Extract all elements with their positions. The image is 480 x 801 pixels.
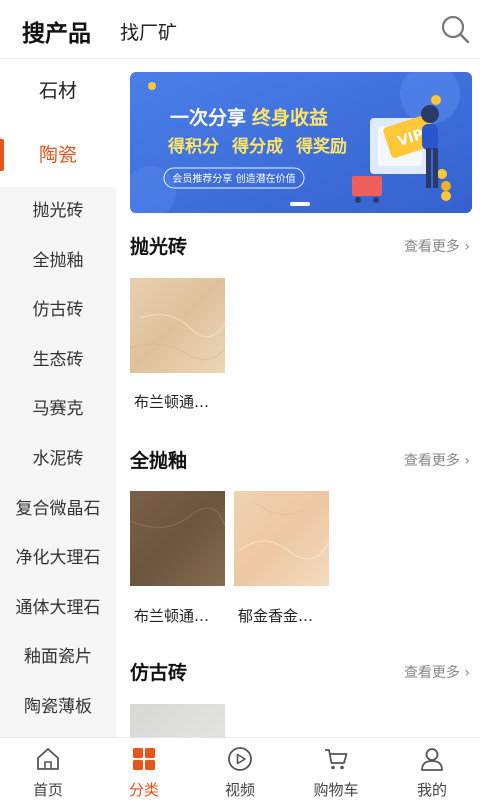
view-more-full-glaze[interactable]: 查看更多 › <box>404 450 470 470</box>
marble-peach-image <box>234 491 330 586</box>
home-icon <box>37 748 59 770</box>
marble-beige-image <box>129 278 226 373</box>
nav-home[interactable]: 首页 <box>0 738 96 801</box>
section-title-polished-tile: 抛光砖 <box>130 236 188 258</box>
nav-profile[interactable]: 我的 <box>384 738 480 801</box>
view-more-label: 查看更多 <box>403 665 460 681</box>
nav-video[interactable]: 视频 <box>192 738 288 801</box>
nav-home-label: 首页 <box>32 781 63 799</box>
sidebar-item-purified-marble[interactable]: 净化大理石 <box>0 534 116 584</box>
bottom-navigation: 首页 分类 视频 购物车 我的 <box>0 737 480 801</box>
sidebar-item-composite-crystal[interactable]: 复合微晶石 <box>0 485 116 535</box>
sidebar-item-ceramic-active[interactable]: 陶瓷 <box>0 123 116 187</box>
product-name[interactable]: 郁金香金… <box>238 605 333 626</box>
promo-banner[interactable]: VIP 一次分享 终身收益 得积分 得分成 得奖励 会员推荐分享 创造潜在价值 <box>130 72 472 213</box>
banner-subtitle: 会员推荐分享 创造潜在价值 <box>172 172 295 185</box>
product-thumbnail[interactable] <box>129 491 226 586</box>
nav-cart-label: 购物车 <box>313 781 359 799</box>
nav-category[interactable]: 分类 <box>96 738 192 801</box>
cart-icon <box>325 749 348 770</box>
top-bar: 搜产品 找厂矿 <box>0 0 480 59</box>
view-more-rustic-tile[interactable]: 查看更多 › <box>404 662 470 682</box>
search-icon <box>441 15 470 44</box>
sidebar-item-polished-tile[interactable]: 抛光砖 <box>0 187 116 237</box>
marble-brown-image <box>129 491 226 586</box>
marble-grey-image <box>130 704 225 737</box>
view-more-label: 查看更多 <box>403 239 460 255</box>
nav-video-label: 视频 <box>224 781 255 799</box>
section-title-rustic-tile: 仿古砖 <box>130 662 188 684</box>
product-name[interactable]: 布兰顿通… <box>134 391 229 412</box>
sidebar-item-mosaic[interactable]: 马赛克 <box>0 385 116 435</box>
view-more-polished-tile[interactable]: 查看更多 › <box>404 236 470 256</box>
banner-headline-1: 一次分享 <box>170 106 246 129</box>
nav-profile-label: 我的 <box>416 781 447 799</box>
category-icon <box>133 748 155 770</box>
banner-illustration: VIP 一次分享 终身收益 得积分 得分成 得奖励 会员推荐分享 创造潜在价值 <box>130 72 472 213</box>
section-title-full-glaze: 全抛釉 <box>130 450 188 472</box>
sidebar-item-cement-tile[interactable]: 水泥砖 <box>0 435 116 485</box>
nav-cart[interactable]: 购物车 <box>288 738 384 801</box>
product-thumbnail[interactable] <box>130 704 225 737</box>
product-name[interactable]: 布兰顿通… <box>134 605 229 626</box>
sidebar-item-through-body-marble[interactable]: 通体大理石 <box>0 584 116 634</box>
product-content: VIP 一次分享 终身收益 得积分 得分成 得奖励 会员推荐分享 创造潜在价值 … <box>116 59 480 737</box>
sidebar-item-rustic-tile[interactable]: 仿古砖 <box>0 286 116 336</box>
nav-category-label: 分类 <box>128 781 159 799</box>
profile-icon <box>421 748 443 771</box>
sidebar-item-eco-tile[interactable]: 生态砖 <box>0 336 116 386</box>
sidebar-item-ceramic-slab[interactable]: 陶瓷薄板 <box>0 683 116 733</box>
view-more-label: 查看更多 <box>403 453 460 469</box>
sidebar-item-full-glaze[interactable]: 全抛釉 <box>0 237 116 287</box>
chevron-right-icon: › <box>464 665 470 681</box>
video-icon <box>228 747 252 771</box>
tab-search-products[interactable]: 搜产品 <box>22 14 91 48</box>
banner-line-points: 得积分 <box>167 136 219 157</box>
product-thumbnail[interactable] <box>129 278 226 373</box>
banner-line-share: 得分成 <box>231 136 283 157</box>
sidebar-item-stone[interactable]: 石材 <box>0 59 116 123</box>
chevron-right-icon: › <box>464 453 470 469</box>
product-thumbnail[interactable] <box>234 491 330 586</box>
category-sidebar: 石材 陶瓷 抛光砖 全抛釉 仿古砖 生态砖 马赛克 水泥砖 复合微晶石 净化大理… <box>0 59 116 737</box>
search-button[interactable] <box>438 12 472 46</box>
sidebar-item-glazed-wall-tile[interactable]: 釉面瓷片 <box>0 633 116 683</box>
tab-find-factories[interactable]: 找厂矿 <box>120 18 177 45</box>
banner-headline-2: 终身收益 <box>252 106 328 129</box>
chevron-right-icon: › <box>464 239 470 255</box>
banner-line-reward: 得奖励 <box>295 136 347 157</box>
